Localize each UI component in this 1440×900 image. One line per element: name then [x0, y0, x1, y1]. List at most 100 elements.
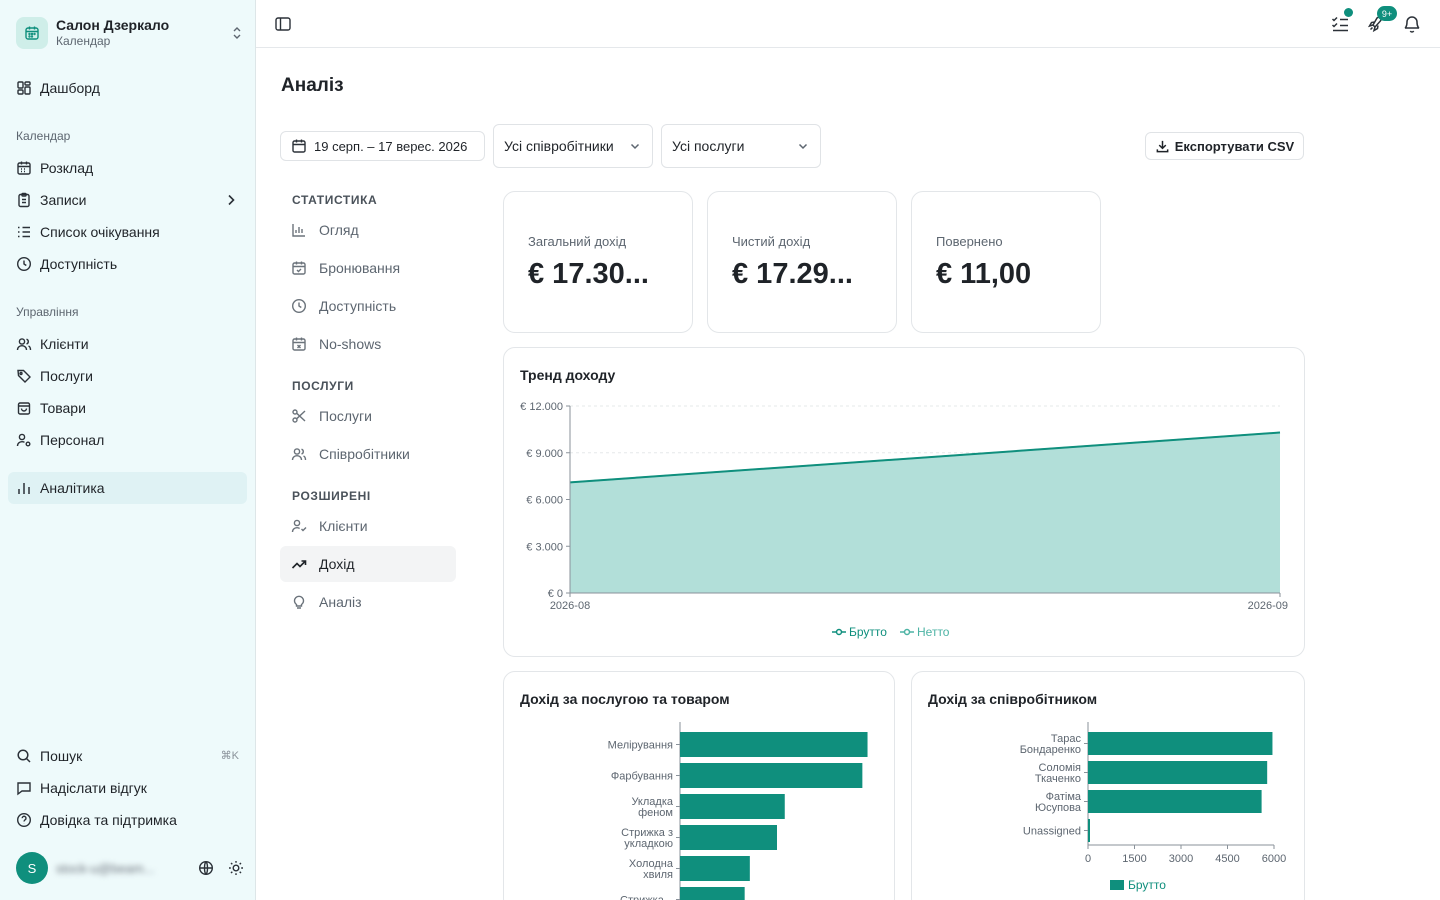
user-menu[interactable]: S stock-u@beam... [16, 852, 244, 884]
sidebar-item-waitlist[interactable]: Список очікування [8, 216, 247, 248]
sidebar-item-schedule[interactable]: Розклад [8, 152, 247, 184]
subnav-item-noshows[interactable]: No-shows [280, 326, 456, 362]
bar [680, 825, 777, 850]
sidebar-item-help[interactable]: Довідка та підтримка [8, 804, 247, 836]
y-tick-label-line: феном [638, 807, 673, 819]
bar-chart-icon [291, 222, 307, 238]
y-tick-label-line: Мелірування [608, 740, 673, 752]
sidebar-item-dashboard[interactable]: Дашборд [8, 72, 247, 104]
sun-icon[interactable] [228, 860, 244, 876]
subnav-item-label: Аналіз [319, 594, 362, 610]
sidebar-item-label: Товари [40, 400, 86, 416]
rocket-icon[interactable]: 9+ [1366, 6, 1397, 34]
y-tick-label: Мелірування [608, 740, 673, 752]
revenue-trend-card: Тренд доходу € 0 € 3.000 € 6.000 € 9.000 € 1… [503, 347, 1305, 657]
trending-up-icon [291, 556, 307, 572]
search-icon [16, 748, 32, 764]
x-tick-label: 2026-09 [1248, 600, 1288, 612]
bar [1088, 790, 1262, 813]
y-tick-label: Стрижка з укладкою [621, 827, 673, 850]
stat-label: Повернено [936, 234, 1003, 249]
shopping-bag-icon [16, 400, 32, 416]
x-tick-label: 2026-08 [550, 600, 590, 612]
org-subtitle: Календар [56, 34, 111, 48]
sidebar-item-products[interactable]: Товари [8, 392, 247, 424]
y-tick-label-line: укладкою [624, 838, 673, 850]
date-range-picker[interactable]: 19 серп. – 17 верес. 2026 [280, 131, 485, 161]
sidebar-item-services[interactable]: Послуги [8, 360, 247, 392]
sidebar-item-label: Список очікування [40, 224, 160, 240]
org-switcher[interactable]: Салон Дзеркало Календар [16, 16, 244, 50]
legend-label: Брутто [849, 625, 887, 639]
revenue-by-service-card: Дохід за послугою та товаром Мелірування… [503, 671, 895, 900]
sidebar-item-bookings[interactable]: Записи [8, 184, 247, 216]
top-bar: 9+ [256, 0, 1440, 48]
y-tick-label: Стрижка... [620, 895, 673, 900]
tasks-icon[interactable] [1330, 8, 1353, 34]
sidebar: Салон Дзеркало Календар Дашборд Календар… [0, 0, 256, 900]
subnav-item-overview[interactable]: Огляд [280, 212, 456, 248]
sidebar-item-label: Пошук [40, 748, 83, 764]
users-icon [291, 446, 307, 462]
x-tick-label: 0 [1085, 853, 1091, 865]
y-tick-label: Фарбування [611, 771, 673, 783]
y-tick-label-line: Unassigned [1023, 826, 1081, 838]
subnav-item-label: Огляд [319, 222, 359, 238]
subnav-item-revenue[interactable]: Дохід [280, 546, 456, 582]
chevron-up-down-icon [230, 26, 244, 40]
sidebar-item-analytics[interactable]: Аналітика [8, 472, 247, 504]
bell-icon[interactable] [1402, 14, 1422, 34]
layout-grid-icon [16, 80, 32, 96]
stat-label: Загальний дохід [528, 234, 627, 249]
y-tick-label: Фатіма Юсупова [1035, 791, 1082, 814]
y-tick-label: € 6.000 [526, 495, 563, 507]
tag-icon [16, 368, 32, 384]
sidebar-item-staff[interactable]: Персонал [8, 424, 247, 456]
subnav-item-bookings[interactable]: Бронювання [280, 250, 456, 286]
message-square-icon [16, 780, 32, 796]
subnav-item-availability[interactable]: Доступність [280, 288, 456, 324]
users-icon [16, 336, 32, 352]
y-tick-label-line: Юсупова [1035, 802, 1082, 814]
x-tick-label: 1500 [1122, 853, 1146, 865]
service-filter-select[interactable]: Усі послуги [661, 124, 821, 168]
sidebar-item-availability[interactable]: Доступність [8, 248, 247, 280]
bar [1088, 819, 1090, 842]
subnav-item-clients[interactable]: Клієнти [280, 508, 456, 544]
x-tick-label: 6000 [1262, 853, 1286, 865]
chevron-down-icon [796, 139, 810, 153]
revenue-trend-chart: € 0 € 3.000 € 6.000 € 9.000 € 12.000 2026-08 2… [520, 401, 1288, 639]
clock-icon [16, 256, 32, 272]
sidebar-item-clients[interactable]: Клієнти [8, 328, 247, 360]
stat-card-total-revenue: Загальний дохід € 17.30... [503, 191, 693, 333]
subnav-item-employees[interactable]: Співробітники [280, 436, 456, 472]
clock-icon [291, 298, 307, 314]
bar [680, 794, 785, 819]
globe-icon[interactable] [198, 860, 214, 876]
subnav-item-analysis[interactable]: Аналіз [280, 584, 456, 620]
sidebar-toggle-icon[interactable] [274, 15, 294, 35]
sidebar-item-search[interactable]: Пошук ⌘K [8, 740, 247, 772]
sidebar-item-label: Персонал [40, 432, 105, 448]
nav-group-management: Управління [16, 305, 79, 319]
chevron-down-icon [628, 139, 642, 153]
staff-filter-select[interactable]: Усі співробітники [493, 124, 653, 168]
subnav-item-label: Бронювання [319, 260, 401, 276]
stat-value: € 17.30... [528, 258, 649, 290]
calendar-icon [16, 17, 48, 49]
y-tick-label: Тарас Бондаренко [1020, 733, 1082, 756]
subnav-item-services[interactable]: Послуги [280, 398, 456, 434]
bar [680, 887, 745, 900]
org-name: Салон Дзеркало [56, 17, 170, 33]
y-tick-label-line: Фарбування [611, 771, 673, 783]
help-circle-icon [16, 812, 32, 828]
chevron-right-icon [223, 192, 239, 208]
export-csv-button[interactable]: Експортувати CSV [1145, 132, 1304, 160]
x-tick-label: 3000 [1169, 853, 1193, 865]
lightbulb-icon [291, 594, 307, 610]
staff-filter-value: Усі співробітники [504, 138, 614, 154]
sidebar-item-feedback[interactable]: Надіслати відгук [8, 772, 247, 804]
legend-swatch [1110, 880, 1124, 890]
x-tick-label: 4500 [1215, 853, 1239, 865]
sidebar-item-label: Послуги [40, 368, 93, 384]
